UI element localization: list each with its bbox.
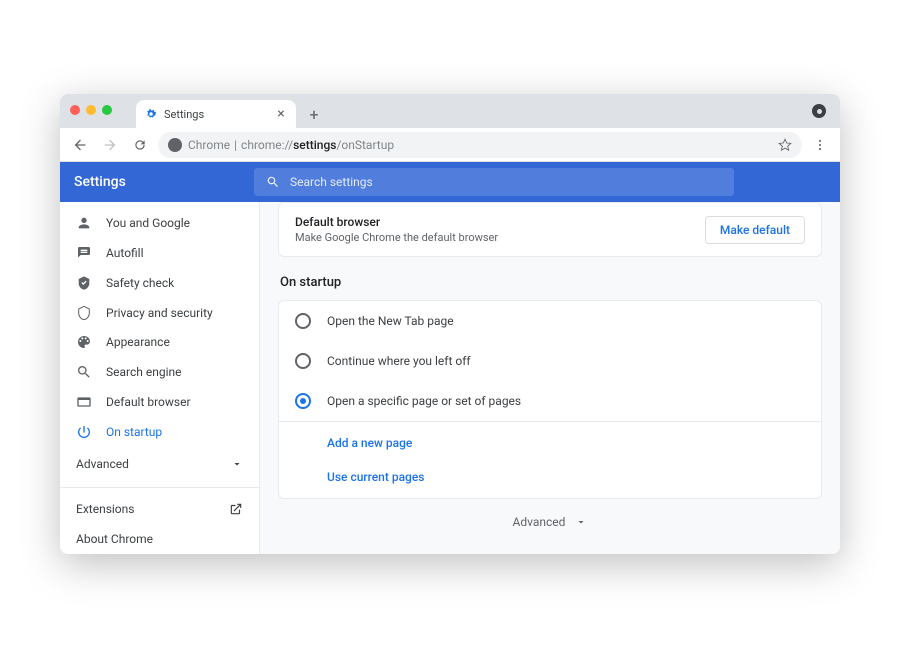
browser-window: Settings × + Chrome | chrome:// settings… bbox=[60, 94, 840, 554]
profile-icon[interactable] bbox=[812, 104, 826, 118]
close-tab-icon[interactable]: × bbox=[274, 107, 288, 121]
divider bbox=[60, 487, 259, 488]
default-browser-card: Default browser Make Google Chrome the d… bbox=[278, 202, 822, 257]
chevron-down-icon bbox=[231, 458, 243, 470]
sidebar-item-label: Search engine bbox=[106, 365, 181, 379]
url-text: Chrome | chrome:// settings /onStartup bbox=[188, 138, 394, 152]
sidebar-item-you-and-google[interactable]: You and Google bbox=[60, 208, 259, 238]
radio-option-new-tab[interactable]: Open the New Tab page bbox=[279, 301, 821, 341]
tab-strip: Settings × + bbox=[60, 94, 840, 128]
sidebar-item-appearance[interactable]: Appearance bbox=[60, 328, 259, 358]
sidebar-item-label: Default browser bbox=[106, 395, 191, 409]
sidebar-extensions[interactable]: Extensions bbox=[60, 494, 259, 524]
sidebar-item-label: Autofill bbox=[106, 246, 144, 260]
browser-icon bbox=[76, 394, 92, 410]
site-info-icon[interactable] bbox=[168, 138, 182, 152]
radio-label: Open a specific page or set of pages bbox=[327, 394, 521, 408]
settings-gear-icon bbox=[144, 107, 158, 121]
radio-option-specific-pages[interactable]: Open a specific page or set of pages bbox=[279, 381, 821, 421]
new-tab-button[interactable]: + bbox=[302, 102, 326, 126]
forward-button[interactable] bbox=[98, 133, 122, 157]
person-icon bbox=[76, 215, 92, 231]
sidebar-about-chrome[interactable]: About Chrome bbox=[60, 524, 259, 554]
tab-title: Settings bbox=[164, 108, 204, 121]
make-default-button[interactable]: Make default bbox=[705, 216, 805, 244]
sidebar-item-search-engine[interactable]: Search engine bbox=[60, 357, 259, 387]
back-button[interactable] bbox=[68, 133, 92, 157]
sidebar-advanced-toggle[interactable]: Advanced bbox=[60, 447, 259, 481]
radio-option-continue[interactable]: Continue where you left off bbox=[279, 341, 821, 381]
main-content: Default browser Make Google Chrome the d… bbox=[260, 202, 840, 554]
safety-icon bbox=[76, 275, 92, 291]
startup-options-card: Open the New Tab page Continue where you… bbox=[278, 300, 822, 499]
sidebar-item-label: You and Google bbox=[106, 216, 190, 230]
radio-icon bbox=[295, 393, 311, 409]
radio-label: Continue where you left off bbox=[327, 354, 471, 368]
sidebar-item-safety-check[interactable]: Safety check bbox=[60, 268, 259, 298]
radio-label: Open the New Tab page bbox=[327, 314, 454, 328]
browser-tab[interactable]: Settings × bbox=[136, 100, 296, 128]
reload-button[interactable] bbox=[128, 133, 152, 157]
radio-icon bbox=[295, 313, 311, 329]
sidebar-item-privacy[interactable]: Privacy and security bbox=[60, 298, 259, 328]
autofill-icon bbox=[76, 245, 92, 261]
sidebar-item-autofill[interactable]: Autofill bbox=[60, 238, 259, 268]
sidebar-item-label: Privacy and security bbox=[106, 306, 213, 320]
chevron-down-icon bbox=[575, 516, 587, 528]
settings-sidebar: You and Google Autofill Safety check Pri… bbox=[60, 202, 260, 554]
use-current-pages-link[interactable]: Use current pages bbox=[327, 460, 821, 494]
shield-icon bbox=[76, 305, 92, 321]
close-window-button[interactable] bbox=[70, 105, 80, 115]
palette-icon bbox=[76, 334, 92, 350]
browser-toolbar: Chrome | chrome:// settings /onStartup bbox=[60, 128, 840, 162]
settings-header: Settings Search settings bbox=[60, 162, 840, 202]
minimize-window-button[interactable] bbox=[86, 105, 96, 115]
sidebar-item-on-startup[interactable]: On startup bbox=[60, 417, 259, 447]
sidebar-item-label: On startup bbox=[106, 425, 162, 439]
card-title: Default browser bbox=[295, 215, 498, 229]
bookmark-star-icon[interactable] bbox=[778, 138, 792, 152]
external-link-icon bbox=[229, 502, 243, 516]
sidebar-item-label: Safety check bbox=[106, 276, 174, 290]
startup-sub-links: Add a new page Use current pages bbox=[279, 421, 821, 498]
advanced-footer-toggle[interactable]: Advanced bbox=[278, 499, 822, 545]
sidebar-item-default-browser[interactable]: Default browser bbox=[60, 387, 259, 417]
sidebar-item-label: Appearance bbox=[106, 335, 170, 349]
radio-icon bbox=[295, 353, 311, 369]
search-icon bbox=[266, 175, 280, 189]
search-settings-input[interactable]: Search settings bbox=[254, 168, 734, 196]
window-controls bbox=[70, 105, 112, 115]
power-icon bbox=[76, 424, 92, 440]
card-subtitle: Make Google Chrome the default browser bbox=[295, 231, 498, 244]
add-new-page-link[interactable]: Add a new page bbox=[327, 426, 821, 460]
address-bar[interactable]: Chrome | chrome:// settings /onStartup bbox=[158, 132, 802, 158]
browser-menu-button[interactable] bbox=[808, 133, 832, 157]
search-icon bbox=[76, 364, 92, 380]
page-title: Settings bbox=[74, 174, 234, 190]
section-title-startup: On startup bbox=[280, 275, 822, 290]
search-placeholder: Search settings bbox=[290, 175, 373, 189]
zoom-window-button[interactable] bbox=[102, 105, 112, 115]
